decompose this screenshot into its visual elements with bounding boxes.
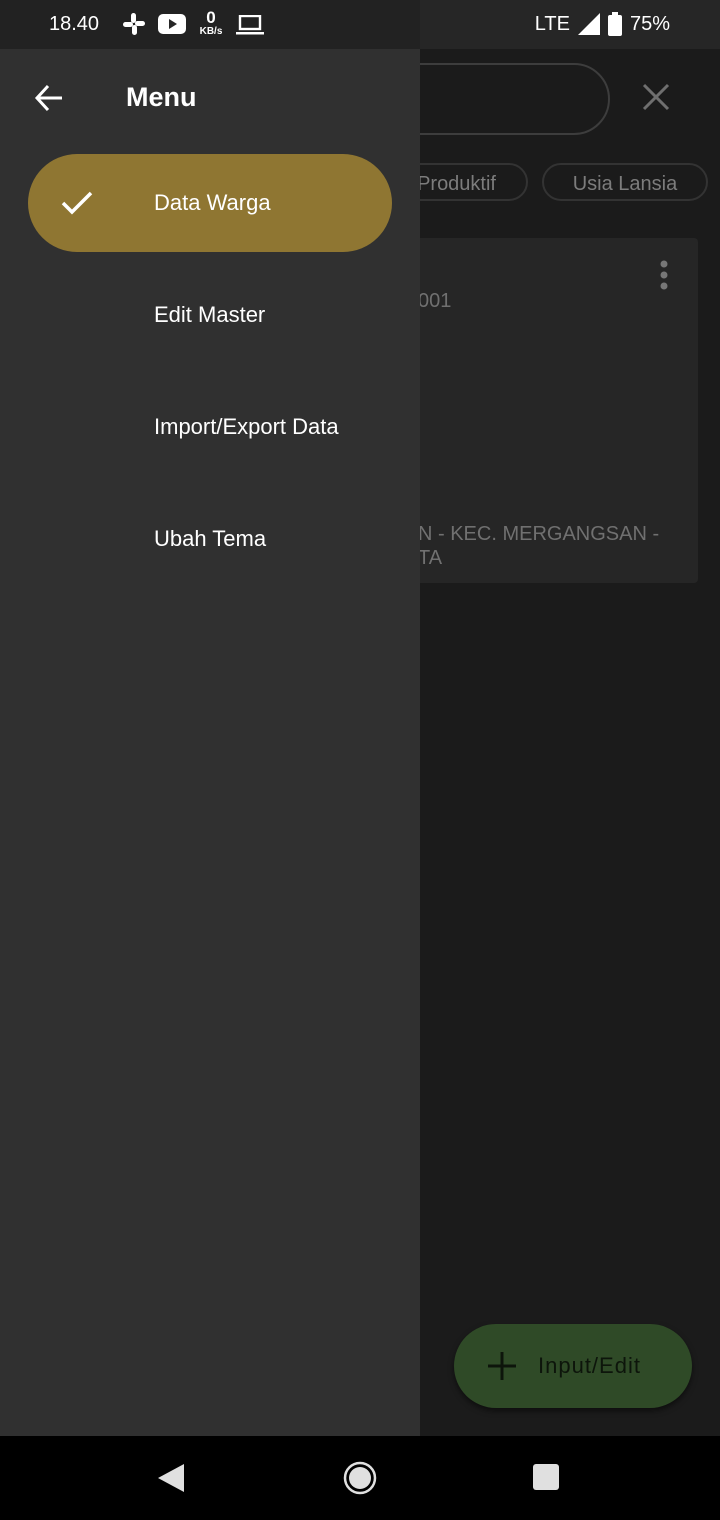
close-icon[interactable] xyxy=(640,81,672,113)
card-id: 001 xyxy=(418,290,452,312)
nav-back-icon[interactable] xyxy=(158,1464,184,1492)
navigation-drawer: Menu Data Warga Edit Master Import/Expor… xyxy=(0,49,420,1436)
card-address: N - KEC. MERGANGSAN - TA xyxy=(418,522,718,570)
signal-icon xyxy=(577,13,600,35)
more-vert-icon[interactable] xyxy=(660,260,668,290)
filter-chip-usia-lansia[interactable]: Usia Lansia xyxy=(542,163,708,201)
menu-item-label: Edit Master xyxy=(154,302,266,327)
status-bar: 18.40 0 KB/s LTE 75% xyxy=(0,0,720,49)
menu-item-ubah-tema[interactable]: Ubah Tema xyxy=(28,490,392,588)
status-time: 18.40 xyxy=(49,13,100,35)
back-arrow-icon[interactable] xyxy=(34,83,64,113)
menu-item-edit-master[interactable]: Edit Master xyxy=(28,266,392,364)
menu-item-label: Data Warga xyxy=(154,190,271,215)
battery-icon xyxy=(607,12,622,36)
card-address-line2: TA xyxy=(418,547,443,569)
youtube-icon xyxy=(158,14,186,34)
fab-label: Input/Edit xyxy=(538,1353,641,1378)
menu-item-import-export[interactable]: Import/Export Data xyxy=(28,378,392,476)
card-address-line1: N - KEC. MERGANGSAN - xyxy=(418,523,660,545)
nav-recents-icon[interactable] xyxy=(533,1464,559,1490)
menu-item-data-warga[interactable]: Data Warga xyxy=(28,154,392,252)
menu-item-label: Import/Export Data xyxy=(154,414,339,439)
net-speed-value: 0 xyxy=(206,8,216,27)
network-type: LTE xyxy=(534,12,570,35)
status-right: LTE 75% xyxy=(535,12,670,36)
nav-home-icon[interactable] xyxy=(343,1461,377,1495)
net-speed-unit: KB/s xyxy=(199,26,223,37)
slack-icon xyxy=(123,13,145,35)
net-speed: 0 KB/s xyxy=(196,9,226,38)
check-icon xyxy=(61,191,93,215)
drawer-title: Menu xyxy=(126,82,197,112)
system-nav-bar xyxy=(0,1436,720,1520)
menu-item-label: Ubah Tema xyxy=(154,526,267,551)
input-edit-fab[interactable]: Input/Edit xyxy=(454,1324,692,1408)
battery-percent: 75% xyxy=(629,12,670,35)
laptop-icon xyxy=(236,15,264,35)
plus-icon xyxy=(488,1352,516,1380)
